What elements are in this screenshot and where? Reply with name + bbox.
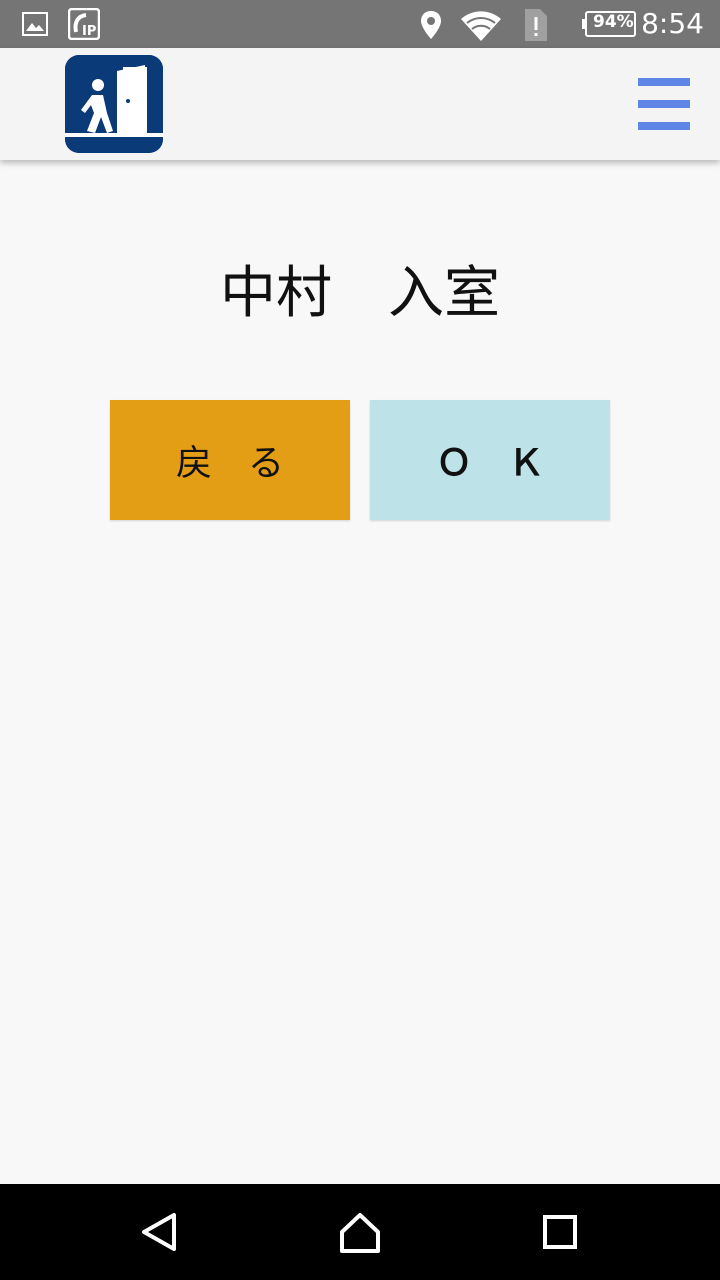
menu-line <box>638 100 690 108</box>
svg-text:IP: IP <box>82 24 96 39</box>
battery-level: 94% <box>593 12 634 32</box>
sim-alert-icon <box>524 8 548 46</box>
ip-phone-icon: IP <box>67 7 101 44</box>
menu-line <box>638 122 690 130</box>
exit-door-person-icon <box>65 55 163 153</box>
page-title: 中村 入室 <box>220 261 500 326</box>
app-bar <box>0 48 720 160</box>
recents-square-icon[interactable] <box>530 1202 590 1262</box>
status-bar: IP 94% 8:54 <box>0 0 720 48</box>
menu-line <box>638 78 690 86</box>
navigation-bar <box>0 1184 720 1280</box>
wifi-icon <box>460 10 502 46</box>
home-icon[interactable] <box>330 1202 390 1262</box>
image-icon <box>22 12 48 40</box>
ok-button[interactable]: Ｏ Ｋ <box>370 400 610 520</box>
back-triangle-icon[interactable] <box>130 1202 190 1262</box>
hamburger-menu-icon[interactable] <box>632 74 696 134</box>
status-time: 8:54 <box>641 7 704 40</box>
back-button[interactable]: 戻 る <box>110 400 350 520</box>
location-icon <box>420 10 442 44</box>
